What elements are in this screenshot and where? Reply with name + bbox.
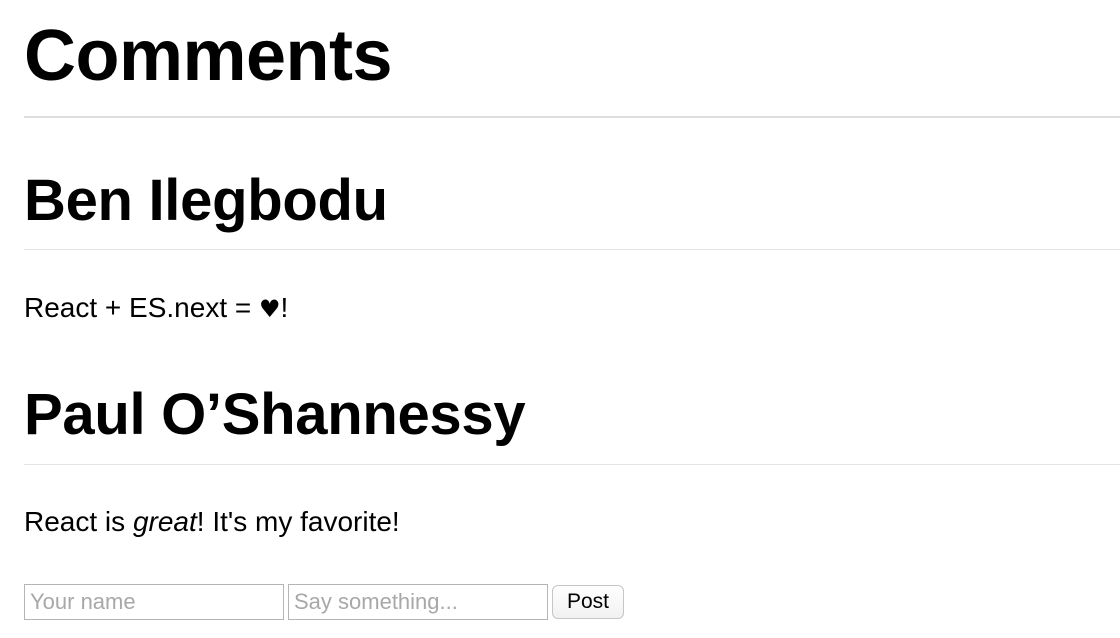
comment-author: Ben Ilegbodu [24, 168, 388, 233]
comment-text-part: ! [280, 292, 289, 323]
heart-icon: ♥ [259, 295, 281, 323]
comment-form: Post [24, 584, 625, 620]
comment-text-part: React is [24, 506, 133, 537]
comment-author-divider [24, 464, 1120, 465]
title-divider [24, 116, 1120, 118]
comment-author: Paul O’Shannessy [24, 382, 526, 447]
author-name-input[interactable] [24, 584, 284, 620]
comment-page: Comments Ben Ilegbodu React + ES.next = … [0, 0, 1120, 638]
comment-author-divider [24, 249, 1120, 250]
page-title: Comments [24, 16, 393, 96]
comment-text: React is great! It's my favorite! [24, 504, 400, 540]
comment-text: React + ES.next = ♥! [24, 290, 288, 327]
post-button[interactable]: Post [552, 585, 625, 619]
comment-text-part: React + ES.next = [24, 292, 260, 323]
comment-text-part: ! It's my favorite! [196, 506, 400, 537]
comment-text-emphasis: great [132, 506, 197, 537]
comment-text-input[interactable] [288, 584, 548, 620]
